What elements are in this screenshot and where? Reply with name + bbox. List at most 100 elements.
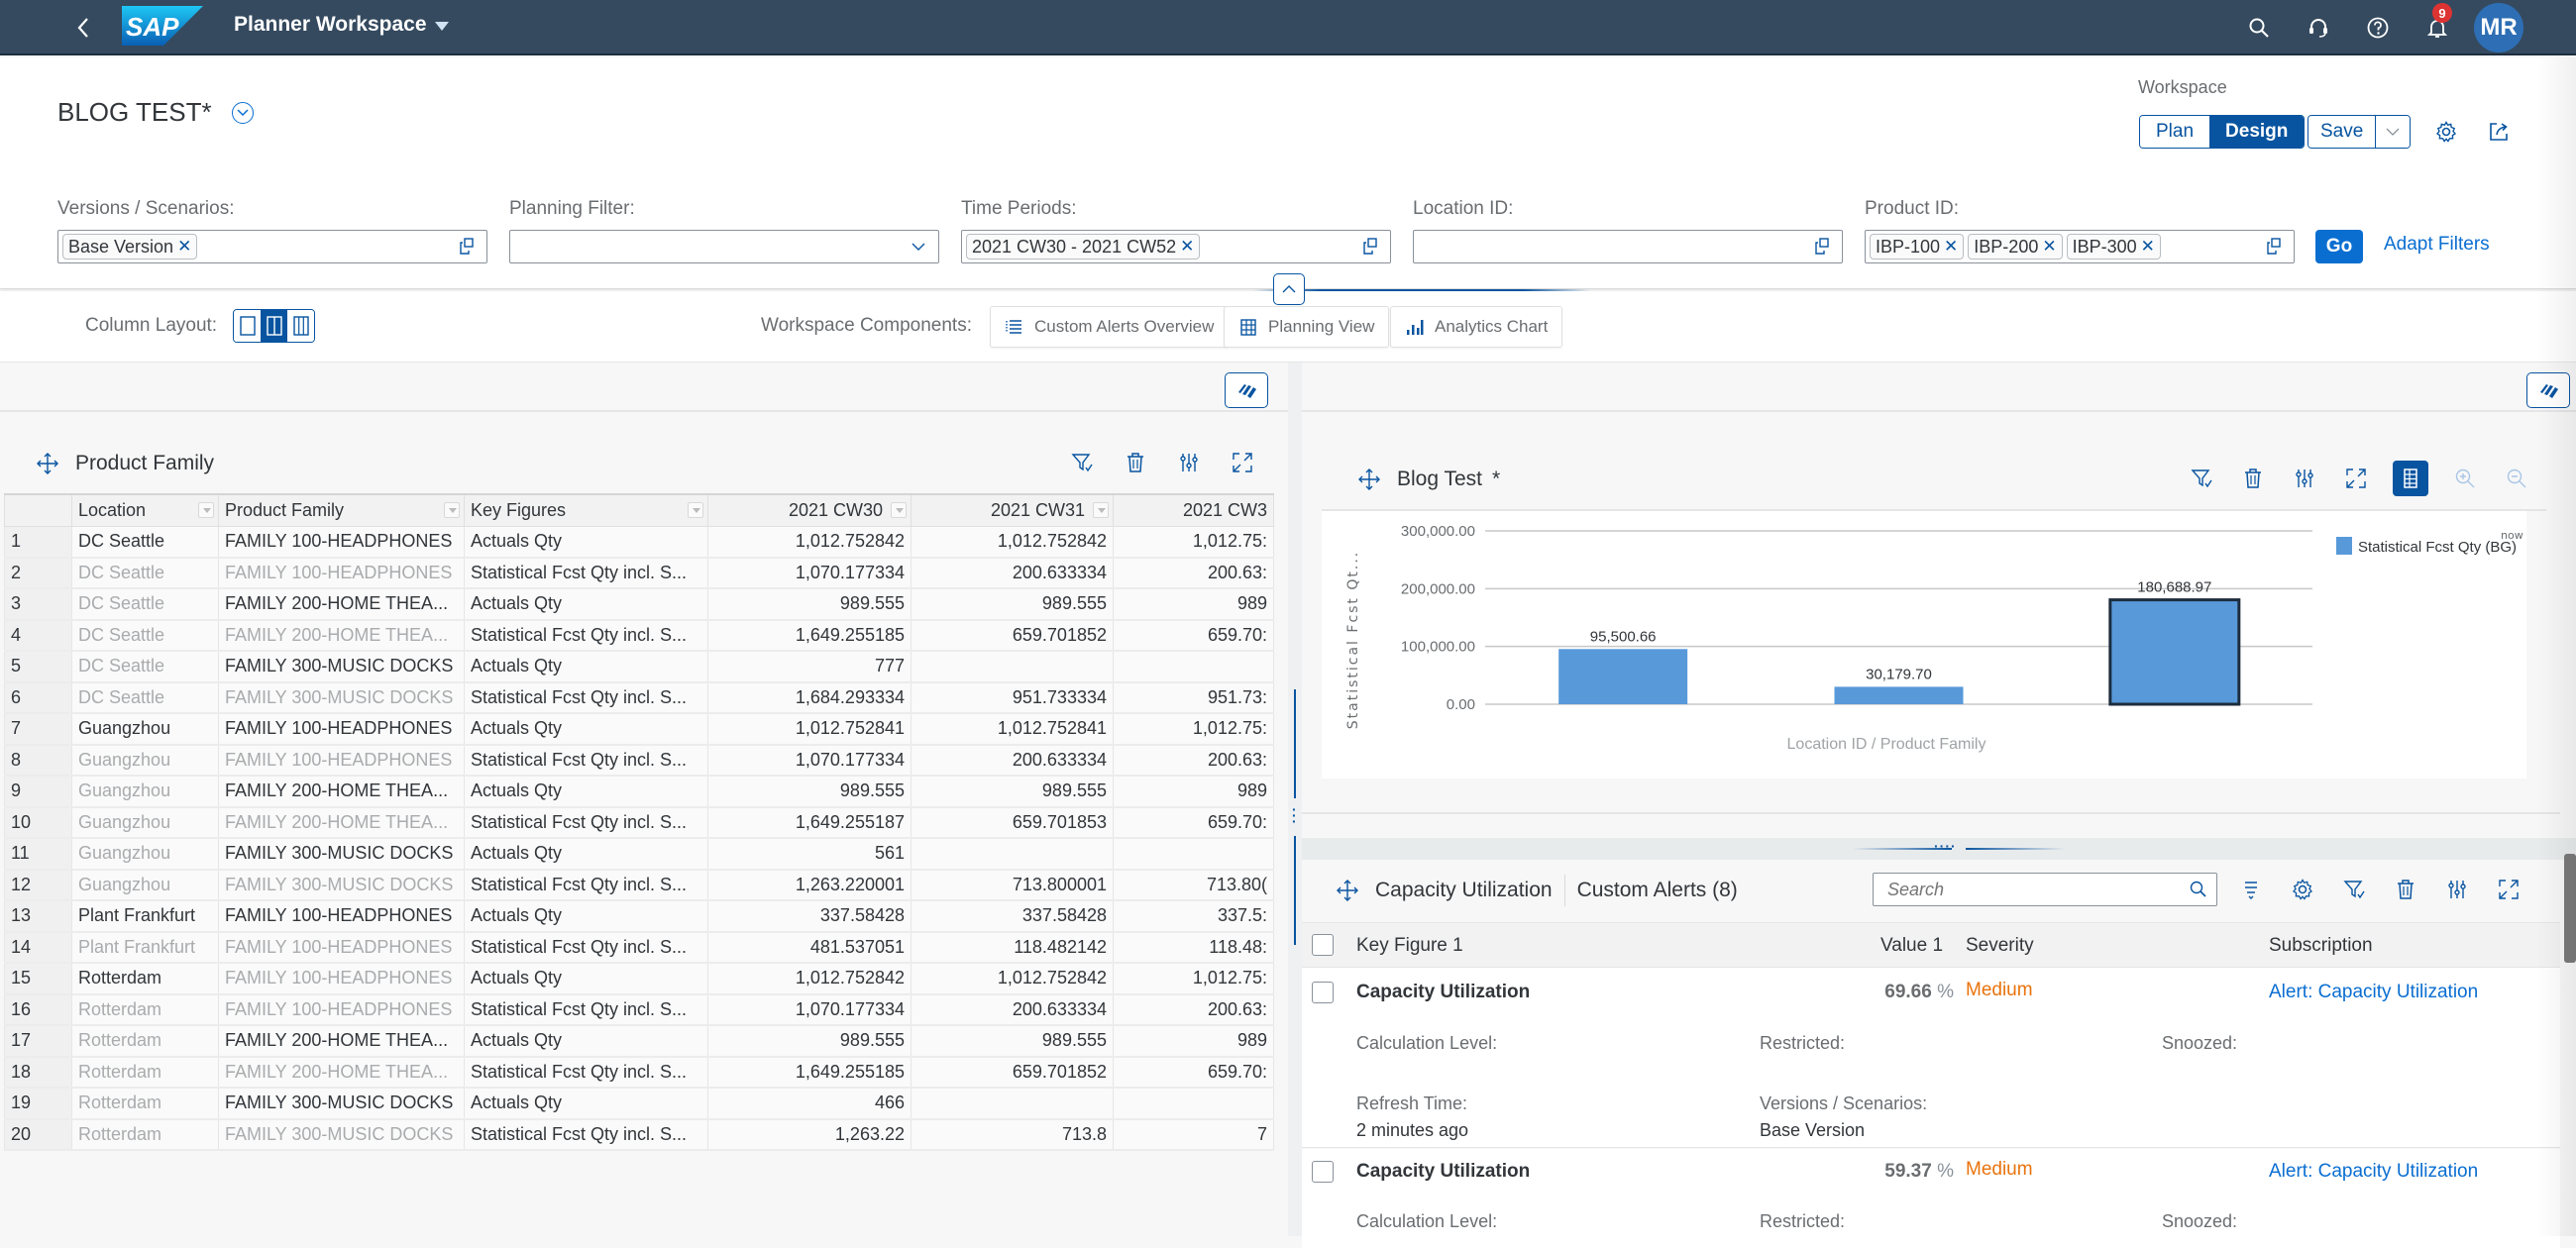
delete-button[interactable] — [2391, 875, 2420, 904]
row-checkbox[interactable] — [1312, 982, 1334, 1003]
app-title-menu[interactable]: Planner Workspace — [234, 13, 449, 37]
cell-location[interactable]: Rotterdam — [71, 1087, 219, 1120]
table-row[interactable]: 8 Guangzhou FAMILY 100-HEADPHONES Statistic… — [4, 744, 1274, 777]
table-row[interactable]: 16 Rotterdam FAMILY 100-HEADPHONES Statisti… — [4, 993, 1274, 1026]
cell-product-family[interactable]: FAMILY 300-MUSIC DOCKS — [218, 650, 465, 683]
table-row[interactable]: 20 Rotterdam FAMILY 300-MUSIC DOCKS Statist… — [4, 1118, 1274, 1151]
plan-mode-button[interactable]: Plan — [2140, 116, 2210, 148]
support-button[interactable] — [2303, 12, 2334, 44]
alert-subscription-link[interactable]: Alert: Capacity Utilization — [2269, 1161, 2478, 1183]
cell-cw30[interactable]: 1,070.177334 — [707, 744, 912, 777]
cell-cw32[interactable]: 659.70: — [1113, 1056, 1274, 1089]
column-filter-icon[interactable] — [1093, 502, 1109, 518]
cell-cw31[interactable]: 713.8 — [911, 1118, 1114, 1151]
cell-cw30[interactable]: 1,263.22 — [707, 1118, 912, 1151]
cell-product-family[interactable]: FAMILY 200-HOME THEA... — [218, 1056, 465, 1089]
column-header-location[interactable]: Location — [71, 493, 219, 527]
cell-cw30[interactable]: 1,012.752842 — [707, 525, 912, 559]
cell-cw30[interactable]: 466 — [707, 1087, 912, 1120]
cell-location[interactable]: Guangzhou — [71, 869, 219, 901]
cell-cw32[interactable]: 989 — [1113, 587, 1274, 621]
table-row[interactable]: 13 Plant Frankfurt FAMILY 100-HEADPHONES Ac… — [4, 899, 1274, 933]
cell-cw31[interactable]: 200.633334 — [911, 744, 1114, 777]
value-help-icon[interactable] — [2264, 237, 2284, 257]
cell-key-figure[interactable]: Actuals Qty — [464, 650, 708, 683]
table-row[interactable]: 3 DC Seattle FAMILY 200-HOME THEA... Actual… — [4, 587, 1274, 621]
product-id-input[interactable]: IBP-100 ✕ IBP-200 ✕ IBP-300 ✕ — [1865, 230, 2295, 263]
cell-cw31[interactable]: 659.701852 — [911, 1056, 1114, 1089]
cell-product-family[interactable]: FAMILY 100-HEADPHONES — [218, 712, 465, 746]
cell-product-family[interactable]: FAMILY 200-HOME THEA... — [218, 1024, 465, 1058]
column-filter-icon[interactable] — [444, 502, 460, 518]
bar[interactable] — [2108, 598, 2241, 706]
cell-location[interactable]: Rotterdam — [71, 993, 219, 1026]
sap-logo[interactable]: SAP — [122, 6, 203, 46]
alerts-scrollbar[interactable] — [2564, 854, 2576, 963]
move-icon[interactable] — [1357, 468, 1381, 491]
cell-location[interactable]: Rotterdam — [71, 1118, 219, 1151]
column-header-severity[interactable]: Severity — [1966, 935, 2034, 957]
cell-cw31[interactable]: 118.482142 — [911, 931, 1114, 964]
cell-key-figure[interactable]: Statistical Fcst Qty incl. S... — [464, 806, 708, 839]
cell-product-family[interactable]: FAMILY 100-HEADPHONES — [218, 557, 465, 589]
cell-key-figure[interactable]: Actuals Qty — [464, 962, 708, 995]
search-button[interactable] — [2243, 12, 2275, 44]
cell-location[interactable]: Rotterdam — [71, 1056, 219, 1089]
table-row[interactable]: 7 Guangzhou FAMILY 100-HEADPHONES Actuals Q… — [4, 712, 1274, 746]
cell-location[interactable]: Guangzhou — [71, 744, 219, 777]
cell-cw32[interactable] — [1113, 837, 1274, 871]
alert-item[interactable]: Capacity Utilization 59.37 % Medium Aler… — [1302, 1149, 2560, 1248]
table-row[interactable]: 17 Rotterdam FAMILY 200-HOME THEA... Actual… — [4, 1024, 1274, 1058]
cell-cw31[interactable]: 337.58428 — [911, 899, 1114, 933]
column-header-subscription[interactable]: Subscription — [2269, 935, 2373, 957]
cell-cw30[interactable]: 1,070.177334 — [707, 993, 912, 1026]
remove-token-icon[interactable]: ✕ — [2042, 237, 2056, 257]
cell-product-family[interactable]: FAMILY 200-HOME THEA... — [218, 619, 465, 652]
cell-key-figure[interactable]: Actuals Qty — [464, 1024, 708, 1058]
save-button[interactable]: Save — [2308, 116, 2376, 148]
column-header-cw32[interactable]: 2021 CW3 — [1113, 493, 1274, 527]
cell-cw30[interactable]: 1,649.255185 — [707, 619, 912, 652]
location-id-input[interactable] — [1413, 230, 1843, 263]
cell-product-family[interactable]: FAMILY 300-MUSIC DOCKS — [218, 1118, 465, 1151]
filter-button[interactable] — [2339, 875, 2369, 904]
column-filter-icon[interactable] — [198, 502, 214, 518]
cell-cw31[interactable] — [911, 650, 1114, 683]
select-all-checkbox[interactable] — [1312, 934, 1334, 956]
planning-view-button[interactable]: Planning View — [1224, 306, 1390, 348]
row-checkbox[interactable] — [1312, 1161, 1334, 1183]
cell-product-family[interactable]: FAMILY 300-MUSIC DOCKS — [218, 837, 465, 871]
table-row[interactable]: 12 Guangzhou FAMILY 300-MUSIC DOCKS Statist… — [4, 869, 1274, 901]
cell-cw32[interactable]: 337.5: — [1113, 899, 1274, 933]
column-header-key-figures[interactable]: Key Figures — [464, 493, 708, 527]
cell-cw32[interactable]: 989 — [1113, 1024, 1274, 1058]
cell-location[interactable]: DC Seattle — [71, 557, 219, 589]
cell-product-family[interactable]: FAMILY 100-HEADPHONES — [218, 525, 465, 559]
value-help-icon[interactable] — [457, 237, 477, 257]
cell-cw31[interactable]: 1,012.752842 — [911, 525, 1114, 559]
cell-cw31[interactable]: 713.800001 — [911, 869, 1114, 901]
fullscreen-button[interactable] — [1228, 448, 1257, 477]
component-toggle-button[interactable] — [1225, 372, 1268, 408]
column-header-cw30[interactable]: 2021 CW30 — [707, 493, 912, 527]
save-options-button[interactable] — [2375, 116, 2411, 148]
cell-product-family[interactable]: FAMILY 300-MUSIC DOCKS — [218, 1087, 465, 1120]
cell-cw30[interactable]: 1,070.177334 — [707, 557, 912, 589]
variant-dropdown-button[interactable] — [231, 101, 254, 124]
cell-product-family[interactable]: FAMILY 100-HEADPHONES — [218, 993, 465, 1026]
cell-cw32[interactable]: 200.63: — [1113, 993, 1274, 1026]
cell-cw31[interactable]: 1,012.752841 — [911, 712, 1114, 746]
alert-subscription-link[interactable]: Alert: Capacity Utilization — [2269, 982, 2478, 1003]
table-row[interactable]: 2 DC Seattle FAMILY 100-HEADPHONES Statisti… — [4, 557, 1274, 589]
custom-alerts-overview-button[interactable]: Custom Alerts Overview — [990, 306, 1230, 348]
cell-cw32[interactable]: 118.48: — [1113, 931, 1274, 964]
table-row[interactable]: 4 DC Seattle FAMILY 200-HOME THEA... Statis… — [4, 619, 1274, 652]
table-row[interactable]: 1 DC Seattle FAMILY 100-HEADPHONES Actuals … — [4, 525, 1274, 559]
column-header-product-family[interactable]: Product Family — [218, 493, 465, 527]
column-filter-icon[interactable] — [688, 502, 703, 518]
cell-cw31[interactable]: 200.633334 — [911, 993, 1114, 1026]
cell-key-figure[interactable]: Actuals Qty — [464, 899, 708, 933]
remove-token-icon[interactable]: ✕ — [1944, 237, 1958, 257]
cell-cw32[interactable]: 659.70: — [1113, 619, 1274, 652]
cell-cw31[interactable] — [911, 837, 1114, 871]
